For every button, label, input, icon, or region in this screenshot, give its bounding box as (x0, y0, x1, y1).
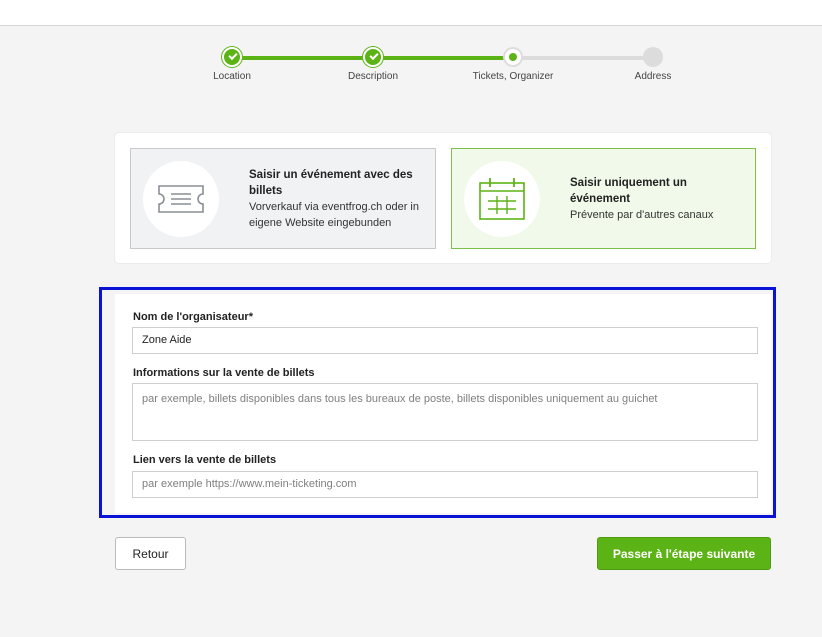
step-tickets-organizer[interactable]: Tickets, Organizer (453, 40, 573, 82)
check-icon (222, 47, 242, 67)
next-step-button[interactable]: Passer à l'étape suivante (597, 537, 771, 570)
organizer-form: Nom de l'organisateur* Zone Aide Informa… (115, 294, 771, 513)
step-label: Description (347, 71, 399, 82)
ticket-link-label: Lien vers la vente de billets (133, 454, 277, 466)
ticket-icon (143, 160, 219, 237)
event-mode-card: Saisir un événement avec des billets Vor… (115, 133, 771, 263)
option-subtitle: Vorverkauf via eventfrog.ch oder in eige… (249, 200, 419, 229)
step-description[interactable]: Description (313, 40, 433, 82)
organizer-name-input[interactable]: Zone Aide (132, 327, 758, 354)
calendar-icon (464, 160, 540, 237)
option-title: Saisir un événement avec des billets (249, 168, 413, 197)
step-location[interactable]: Location (172, 40, 292, 82)
option-event-only[interactable]: Saisir uniquement un événement Prévente … (451, 148, 756, 249)
option-title: Saisir uniquement un événement (570, 176, 687, 205)
step-label: Location (213, 71, 251, 82)
top-bar (0, 0, 822, 26)
step-address[interactable]: Address (593, 40, 713, 82)
option-event-with-tickets[interactable]: Saisir un événement avec des billets Vor… (130, 148, 436, 249)
progress-stepper: Location Description Tickets, Organizer … (0, 40, 822, 90)
step-label: Tickets, Organizer (472, 71, 554, 82)
check-icon (363, 47, 383, 67)
organizer-form-highlight: Nom de l'organisateur* Zone Aide Informa… (99, 287, 776, 518)
current-step-icon (503, 47, 523, 67)
pending-step-icon (643, 47, 663, 67)
ticket-info-textarea[interactable]: par exemple, billets disponibles dans to… (132, 383, 758, 441)
back-button[interactable]: Retour (115, 537, 186, 570)
option-subtitle: Prévente par d'autres canaux (570, 208, 714, 221)
ticket-info-label: Informations sur la vente de billets (133, 367, 315, 379)
ticket-link-input[interactable]: par exemple https://www.mein-ticketing.c… (132, 471, 758, 498)
step-label: Address (634, 71, 672, 82)
organizer-name-label: Nom de l'organisateur* (133, 311, 253, 323)
